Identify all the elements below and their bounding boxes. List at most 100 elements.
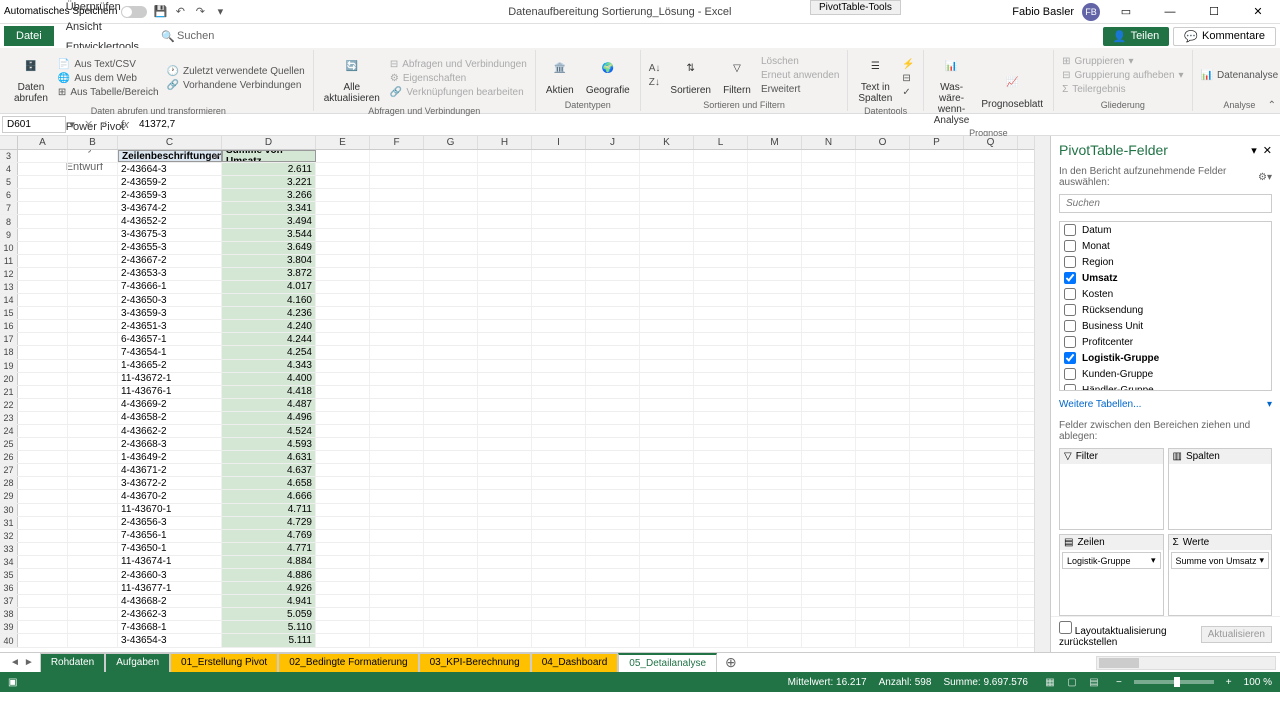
table-row[interactable]: 283-43672-24.658 [0,477,1034,490]
pivot-value-cell[interactable]: 5.110 [222,621,316,633]
table-row[interactable]: 224-43669-24.487 [0,399,1034,412]
field-checkbox[interactable] [1064,272,1076,284]
row-header[interactable]: 36 [0,582,18,594]
text-to-columns[interactable]: ☰Text in Spalten [854,50,896,106]
pivot-row-label[interactable]: 4-43662-2 [118,425,222,437]
row-header[interactable]: 3 [0,150,18,162]
zoom-level[interactable]: 100 % [1244,677,1272,688]
pivot-row-label[interactable]: 4-43671-2 [118,464,222,476]
spreadsheet-grid[interactable]: ABCDEFGHIJKLMNOPQ 3Zeilenbeschriftungen↓… [0,136,1034,652]
column-header[interactable]: F [370,136,424,149]
maximize-icon[interactable]: ☐ [1196,0,1232,24]
field-checkbox[interactable] [1064,352,1076,364]
refresh-all-button[interactable]: 🔄Alle aktualisieren [320,50,384,106]
pivot-value-cell[interactable]: 4.244 [222,333,316,345]
row-header[interactable]: 33 [0,543,18,555]
pivot-value-cell[interactable]: 4.017 [222,281,316,293]
row-header[interactable]: 18 [0,346,18,358]
page-break-icon[interactable]: ▤ [1084,674,1104,690]
column-header[interactable]: K [640,136,694,149]
pivot-value-cell[interactable]: 4.418 [222,386,316,398]
table-row[interactable]: 112-43667-23.804 [0,255,1034,268]
sheet-tab[interactable]: 02_Bedingte Formatierung [278,653,418,672]
row-header[interactable]: 26 [0,451,18,463]
row-header[interactable]: 40 [0,634,18,646]
scroll-down-icon[interactable]: ▾ [1267,399,1272,410]
chevron-down-icon[interactable]: ▾ [1259,555,1264,566]
pivot-row-label[interactable]: 4-43652-2 [118,215,222,227]
table-row[interactable]: 137-43666-14.017 [0,281,1034,294]
cancel-formula-icon[interactable]: ✕ [84,118,93,131]
pivot-value-cell[interactable]: 4.487 [222,399,316,411]
pivot-value-cell[interactable]: 3.804 [222,255,316,267]
row-header[interactable]: 9 [0,229,18,241]
pivot-value-cell[interactable]: 2.611 [222,163,316,175]
pivot-value-cell[interactable]: 4.524 [222,425,316,437]
pivot-row-label[interactable]: 2-43667-2 [118,255,222,267]
field-item[interactable]: Business Unit [1060,318,1271,334]
table-row[interactable]: 403-43654-35.111 [0,634,1034,647]
comments-button[interactable]: 💬Kommentare [1173,27,1276,46]
field-item[interactable]: Region [1060,254,1271,270]
pivot-value-cell[interactable]: 4.884 [222,556,316,568]
row-header[interactable]: 38 [0,608,18,620]
column-header[interactable]: G [424,136,478,149]
table-row[interactable]: 191-43665-24.343 [0,360,1034,373]
column-header[interactable]: C [118,136,222,149]
zoom-out-icon[interactable]: − [1116,677,1122,688]
row-header[interactable]: 29 [0,490,18,502]
table-row[interactable]: 142-43650-34.160 [0,294,1034,307]
existing-connections[interactable]: 🔗Vorhandene Verbindungen [165,79,307,92]
vertical-scrollbar[interactable] [1034,136,1050,652]
column-header[interactable]: H [478,136,532,149]
row-header[interactable]: 6 [0,189,18,201]
pivot-value-cell[interactable]: 3.649 [222,242,316,254]
column-header[interactable]: D [222,136,316,149]
field-checkbox[interactable] [1064,320,1076,332]
table-row[interactable]: 176-43657-14.244 [0,333,1034,346]
pivot-value-cell[interactable]: 4.769 [222,530,316,542]
row-header[interactable]: 13 [0,281,18,293]
pane-close-icon[interactable]: ✕ [1263,144,1272,157]
pivot-value-cell[interactable]: 4.637 [222,464,316,476]
flash-fill[interactable]: ⚡ [900,58,916,71]
pivot-row-label[interactable]: 11-43677-1 [118,582,222,594]
pivot-value-cell[interactable]: 4.236 [222,307,316,319]
enter-formula-icon[interactable]: ✓ [99,118,108,131]
table-row[interactable]: 252-43668-34.593 [0,438,1034,451]
pivot-row-label[interactable]: 11-43674-1 [118,556,222,568]
table-row[interactable]: 261-43649-24.631 [0,451,1034,464]
row-header[interactable]: 35 [0,569,18,581]
table-row[interactable]: 3611-43677-14.926 [0,582,1034,595]
field-item[interactable]: Datum [1060,222,1271,238]
row-header[interactable]: 4 [0,163,18,175]
row-header[interactable]: 22 [0,399,18,411]
page-layout-icon[interactable]: ▢ [1062,674,1082,690]
field-checkbox[interactable] [1064,368,1076,380]
table-row[interactable]: 337-43650-14.771 [0,543,1034,556]
column-header[interactable]: O [856,136,910,149]
select-all-corner[interactable] [0,136,18,149]
column-header[interactable]: E [316,136,370,149]
pivot-value-cell[interactable]: 4.593 [222,438,316,450]
row-header[interactable]: 30 [0,504,18,516]
chevron-down-icon[interactable]: ▾ [1151,555,1156,566]
from-web[interactable]: 🌐Aus dem Web [56,72,161,85]
table-row[interactable]: 312-43656-34.729 [0,517,1034,530]
row-header[interactable]: 20 [0,373,18,385]
table-row[interactable]: 382-43662-35.059 [0,608,1034,621]
field-checkbox[interactable] [1064,240,1076,252]
horizontal-scrollbar[interactable] [1096,656,1276,670]
row-header[interactable]: 24 [0,425,18,437]
minimize-icon[interactable]: — [1152,0,1188,24]
sheet-tab[interactable]: 04_Dashboard [531,653,619,672]
sheet-tab[interactable]: 03_KPI-Berechnung [419,653,531,672]
add-sheet-button[interactable]: ⊕ [717,654,745,671]
close-icon[interactable]: ✕ [1240,0,1276,24]
field-item[interactable]: Monat [1060,238,1271,254]
pivot-row-label[interactable]: 11-43676-1 [118,386,222,398]
table-row[interactable]: 42-43664-32.611 [0,163,1034,176]
table-row[interactable]: 162-43651-34.240 [0,320,1034,333]
row-header[interactable]: 25 [0,438,18,450]
field-item[interactable]: Rücksendung [1060,302,1271,318]
